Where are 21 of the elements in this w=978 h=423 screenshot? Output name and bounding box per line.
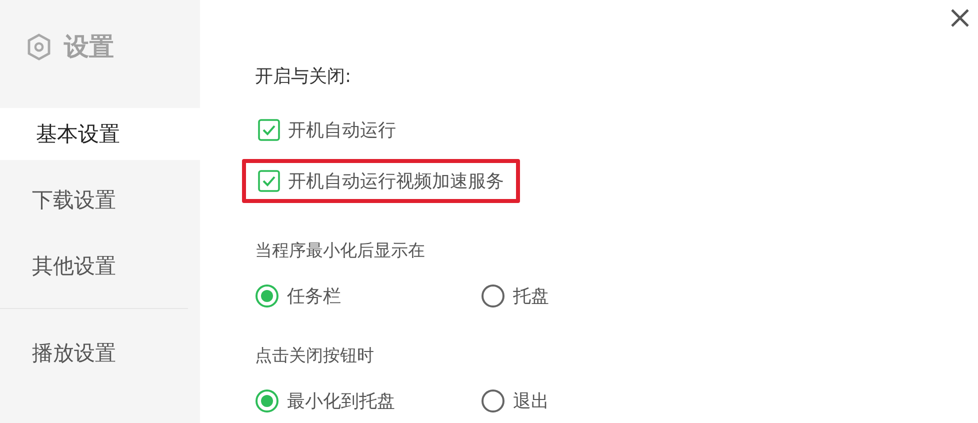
checkbox[interactable] (258, 170, 280, 192)
sidebar-item[interactable]: 播放设置 (0, 327, 200, 379)
checkbox-option[interactable]: 开机自动运行 (258, 118, 396, 142)
radio-option[interactable]: 最小化到托盘 (255, 389, 481, 413)
radio-option[interactable]: 托盘 (481, 284, 707, 308)
checkbox[interactable] (258, 119, 280, 141)
section-title: 开启与关闭: (255, 65, 352, 88)
radio-button[interactable] (255, 284, 279, 308)
sidebar-title: 设置 (64, 32, 114, 62)
radio-button[interactable] (255, 389, 279, 413)
radio-button[interactable] (481, 284, 505, 308)
radio-option[interactable]: 任务栏 (255, 284, 481, 308)
settings-icon (26, 33, 52, 61)
checkbox-option[interactable]: 开机自动运行视频加速服务 (258, 169, 504, 193)
option-label: 点击关闭按钮时 (255, 345, 375, 367)
option-label: 当程序最小化后显示在 (255, 240, 426, 262)
sidebar-item[interactable]: 其他设置 (0, 240, 200, 292)
sidebar-item[interactable]: 下载设置 (0, 174, 200, 226)
radio-button[interactable] (481, 389, 505, 413)
radio-option[interactable]: 退出 (481, 389, 707, 413)
sidebar-item[interactable]: 基本设置 (0, 108, 200, 160)
